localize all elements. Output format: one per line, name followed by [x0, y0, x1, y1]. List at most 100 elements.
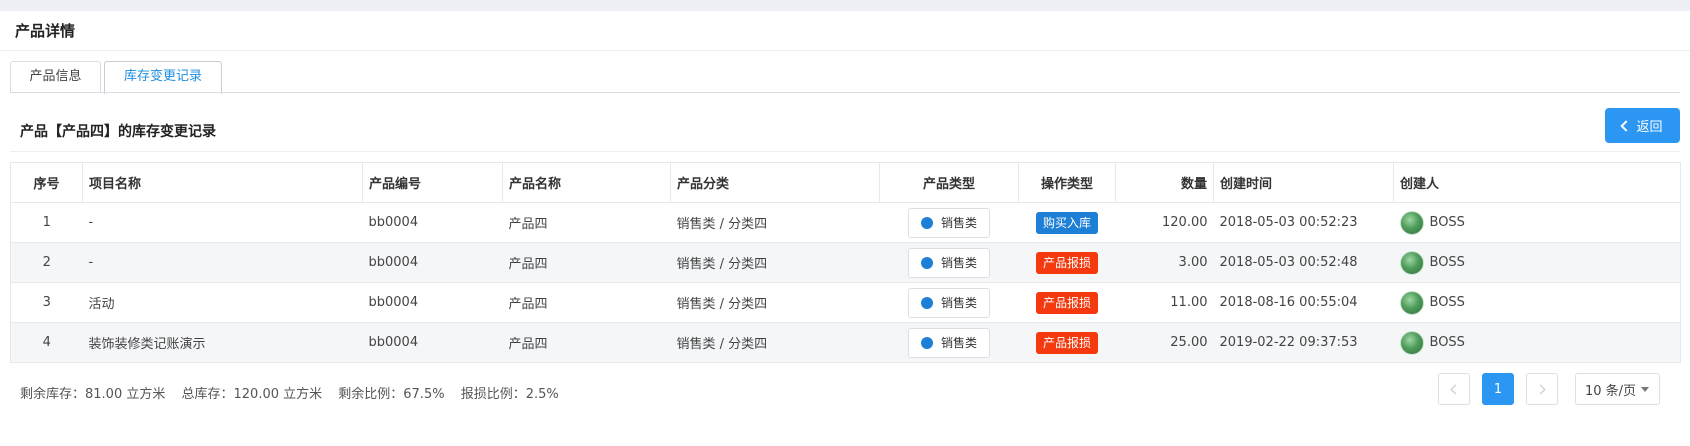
cell-category: 销售类 / 分类四	[670, 322, 880, 363]
cell-created-time: 2019-02-22 09:37:53	[1213, 322, 1394, 363]
header-created-time: 创建时间	[1213, 162, 1394, 203]
table-row: 1- bb0004 产品四 销售类 / 分类四 销售类 购买入库 120.00 2018-05…	[10, 202, 1681, 243]
cell-type: 销售类	[879, 202, 1019, 243]
dot-icon	[920, 256, 933, 269]
header-category: 产品分类	[670, 162, 880, 203]
summary-total: 总库存：120.00 立方米	[181, 387, 323, 402]
back-button[interactable]: 返回	[1605, 108, 1680, 143]
table-row: 4 装饰装修类记账演示 bb0004 产品四 销售类 / 分类四 销售类 产品报损 25.00…	[10, 322, 1681, 363]
cell-created-time: 2018-08-16 00:55:04	[1213, 282, 1394, 323]
cell-quantity: 11.00	[1115, 282, 1214, 323]
stock-records-table: 序号 项目名称 产品编号 产品名称 产品分类 产品类型 操作类型 数量 创建时间…	[10, 162, 1681, 363]
section-title: 产品【产品四】的库存变更记录	[20, 124, 216, 140]
creator-name: BOSS	[1429, 215, 1465, 230]
cell-creator: BOSS	[1393, 202, 1681, 243]
creator-name: BOSS	[1429, 255, 1465, 270]
table-row: 3 活动 bb0004 产品四 销售类 / 分类四 销售类 产品报损 11.00 2018-08…	[10, 282, 1681, 323]
cell-type: 销售类	[879, 322, 1019, 363]
cell-code: bb0004	[362, 202, 503, 243]
summary-remaining: 剩余库存：81.00 立方米	[20, 387, 166, 402]
cell-creator: BOSS	[1393, 242, 1681, 283]
cell-operation: 购买入库	[1018, 202, 1116, 243]
tab-stock-records[interactable]: 库存变更记录	[104, 61, 222, 94]
page-size-label: 10 条/页	[1585, 383, 1637, 399]
cell-category: 销售类 / 分类四	[670, 202, 880, 243]
type-tag: 销售类	[907, 287, 990, 318]
cell-type: 销售类	[879, 242, 1019, 283]
header-code: 产品编号	[362, 162, 503, 203]
back-button-label: 返回	[1636, 120, 1663, 135]
cell-index: 4	[10, 322, 83, 363]
type-tag-label: 销售类	[940, 296, 977, 310]
caret-down-icon	[1641, 387, 1649, 392]
cell-quantity: 3.00	[1115, 242, 1214, 283]
cell-creator: BOSS	[1393, 322, 1681, 363]
cell-index: 1	[10, 202, 83, 243]
tab-divider	[10, 92, 1680, 93]
header-type: 产品类型	[879, 162, 1019, 203]
header-quantity: 数量	[1115, 162, 1214, 203]
cell-code: bb0004	[362, 322, 503, 363]
cell-quantity: 25.00	[1115, 322, 1214, 363]
creator-name: BOSS	[1429, 335, 1465, 350]
prev-page-button[interactable]	[1438, 373, 1470, 405]
cell-code: bb0004	[362, 242, 503, 283]
type-tag: 销售类	[907, 327, 990, 358]
avatar	[1399, 210, 1424, 235]
page-title: 产品详情	[15, 22, 76, 40]
cell-index: 2	[10, 242, 83, 283]
dot-icon	[920, 336, 933, 349]
cell-operation: 产品报损	[1018, 242, 1116, 283]
tab-product-info[interactable]: 产品信息	[10, 61, 101, 93]
avatar	[1399, 250, 1424, 275]
cell-name: 产品四	[502, 242, 671, 283]
cell-operation: 产品报损	[1018, 322, 1116, 363]
cell-project: -	[82, 202, 363, 243]
cell-created-time: 2018-05-03 00:52:48	[1213, 242, 1394, 283]
divider	[0, 50, 1690, 51]
type-tag-label: 销售类	[940, 216, 977, 230]
type-tag: 销售类	[907, 247, 990, 278]
chevron-left-icon	[1450, 384, 1461, 394]
operation-badge: 产品报损	[1035, 291, 1098, 314]
cell-project: -	[82, 242, 363, 283]
divider	[10, 151, 1680, 152]
cell-type: 销售类	[879, 282, 1019, 323]
cell-name: 产品四	[502, 202, 671, 243]
cell-name: 产品四	[502, 322, 671, 363]
creator-name: BOSS	[1429, 295, 1465, 310]
header-name: 产品名称	[502, 162, 671, 203]
cell-project: 活动	[82, 282, 363, 323]
summary-remaining-ratio: 剩余比例：67.5%	[338, 387, 445, 402]
cell-category: 销售类 / 分类四	[670, 242, 880, 283]
next-page-button[interactable]	[1526, 373, 1558, 405]
type-tag-label: 销售类	[940, 256, 977, 270]
header-project: 项目名称	[82, 162, 363, 203]
chevron-right-icon	[1535, 384, 1546, 394]
avatar	[1399, 330, 1424, 355]
table-header-row: 序号 项目名称 产品编号 产品名称 产品分类 产品类型 操作类型 数量 创建时间…	[10, 162, 1681, 203]
header-operation: 操作类型	[1018, 162, 1116, 203]
cell-quantity: 120.00	[1115, 202, 1214, 243]
type-tag-label: 销售类	[940, 336, 977, 350]
table-row: 2- bb0004 产品四 销售类 / 分类四 销售类 产品报损 3.00 2018-05-0…	[10, 242, 1681, 283]
cell-index: 3	[10, 282, 83, 323]
operation-badge: 产品报损	[1035, 251, 1098, 274]
cell-name: 产品四	[502, 282, 671, 323]
dot-icon	[920, 296, 933, 309]
cell-project: 装饰装修类记账演示	[82, 322, 363, 363]
header-creator: 创建人	[1393, 162, 1681, 203]
top-strip	[0, 0, 1690, 11]
page-size-select[interactable]: 10 条/页	[1575, 373, 1660, 405]
operation-badge: 产品报损	[1035, 331, 1098, 354]
type-tag: 销售类	[907, 207, 990, 238]
header-index: 序号	[10, 162, 83, 203]
page-button-current[interactable]: 1	[1482, 373, 1514, 405]
cell-creator: BOSS	[1393, 282, 1681, 323]
summary-loss-ratio: 报损比例：2.5%	[460, 387, 559, 402]
cell-category: 销售类 / 分类四	[670, 282, 880, 323]
cell-created-time: 2018-05-03 00:52:23	[1213, 202, 1394, 243]
dot-icon	[920, 216, 933, 229]
operation-badge: 购买入库	[1035, 211, 1098, 234]
avatar	[1399, 290, 1424, 315]
